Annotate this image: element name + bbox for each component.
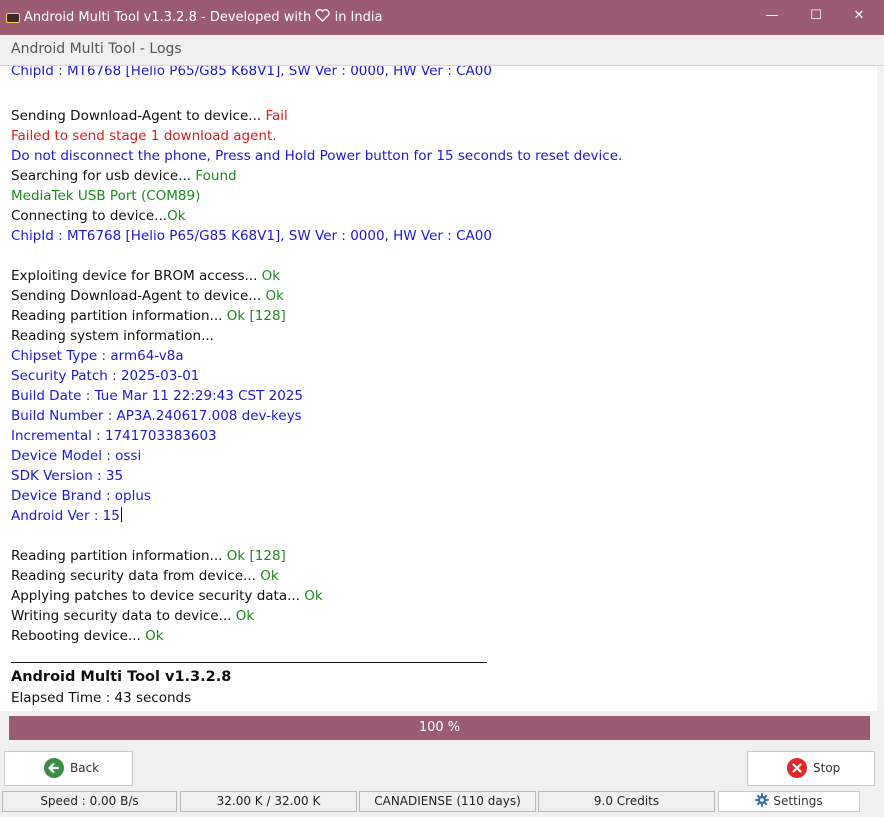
log-output[interactable]: ChipId : MT6768 [Helio P65/G85 K68V1], S… bbox=[0, 66, 877, 711]
stop-button-label: Stop bbox=[813, 761, 841, 775]
log-text: SDK Version : 35 bbox=[11, 468, 124, 484]
window-title-suffix: in India bbox=[334, 10, 383, 25]
log-text: Build Date : Tue Mar 11 22:29:43 CST 202… bbox=[11, 388, 303, 404]
log-line: Rebooting device... Ok bbox=[11, 626, 164, 646]
log-text: Rebooting device... bbox=[11, 628, 146, 644]
log-text: Android Multi Tool v1.3.2.8 bbox=[11, 669, 232, 685]
log-text: Connecting to device... bbox=[11, 208, 168, 224]
settings-button[interactable]: Settings bbox=[718, 791, 860, 812]
log-line: Do not disconnect the phone, Press and H… bbox=[11, 146, 622, 166]
status-speed: Speed : 0.00 B/s bbox=[2, 791, 177, 812]
log-text: Elapsed Time : 43 seconds bbox=[11, 690, 192, 706]
log-line: Failed to send stage 1 download agent. bbox=[11, 126, 277, 146]
log-text: Applying patches to device security data… bbox=[11, 588, 305, 604]
log-line: Searching for usb device... Found bbox=[11, 166, 237, 186]
log-line: Elapsed Time : 43 seconds bbox=[11, 688, 191, 708]
log-line: Reading security data from device... Ok bbox=[11, 566, 279, 586]
log-line: Device Brand : oplus bbox=[11, 486, 151, 506]
log-status: Ok bbox=[145, 628, 164, 644]
log-scrollbar[interactable] bbox=[877, 66, 884, 711]
arrow-left-icon bbox=[44, 758, 64, 778]
status-bar: Speed : 0.00 B/s 32.00 K / 32.00 K CANAD… bbox=[0, 789, 884, 817]
log-divider bbox=[11, 662, 487, 663]
back-button-label: Back bbox=[70, 761, 100, 775]
log-line: Android Ver : 15 bbox=[11, 506, 122, 526]
log-line: Writing security data to device... Ok bbox=[11, 606, 254, 626]
window-title-prefix: Android Multi Tool v1.3.2.8 - Developed … bbox=[24, 10, 312, 25]
log-text: ChipId : MT6768 [Helio P65/G85 K68V1], S… bbox=[11, 66, 492, 79]
log-line: SDK Version : 35 bbox=[11, 466, 123, 486]
log-text: Reading system information... bbox=[11, 328, 214, 344]
logs-title: Android Multi Tool - Logs bbox=[11, 41, 182, 57]
log-text: Failed to send stage 1 download agent. bbox=[11, 128, 277, 144]
maximize-button[interactable]: ☐ bbox=[806, 8, 826, 23]
log-text: Reading security data from device... bbox=[11, 568, 261, 584]
app-icon bbox=[6, 13, 20, 23]
log-text: Writing security data to device... bbox=[11, 608, 236, 624]
log-text: Device Model : ossi bbox=[11, 448, 142, 464]
log-line: Applying patches to device security data… bbox=[11, 586, 323, 606]
log-line: MediaTek USB Port (COM89) bbox=[11, 186, 200, 206]
log-line: ChipId : MT6768 [Helio P65/G85 K68V1], S… bbox=[11, 226, 492, 246]
status-size: 32.00 K / 32.00 K bbox=[180, 791, 357, 812]
log-status: Ok [128] bbox=[226, 308, 286, 324]
log-line: Sending Download-Agent to device... Fail bbox=[11, 106, 288, 126]
log-line: ChipId : MT6768 [Helio P65/G85 K68V1], S… bbox=[11, 66, 492, 81]
progress-bar: 100 % bbox=[9, 716, 870, 740]
log-text: Android Ver : 15 bbox=[11, 508, 120, 524]
log-text: Sending Download-Agent to device... bbox=[11, 108, 266, 124]
log-line: Security Patch : 2025-03-01 bbox=[11, 366, 199, 386]
log-text: Do not disconnect the phone, Press and H… bbox=[11, 148, 623, 164]
settings-label: Settings bbox=[773, 794, 823, 808]
log-status: Ok bbox=[235, 608, 255, 624]
log-line: Reading partition information... Ok [128… bbox=[11, 546, 286, 566]
log-line: Exploiting device for BROM access... Ok bbox=[11, 266, 280, 286]
log-line: Device Model : ossi bbox=[11, 446, 141, 466]
log-line: Incremental : 1741703383603 bbox=[11, 426, 217, 446]
log-text: Security Patch : 2025-03-01 bbox=[11, 368, 200, 384]
progress-label: 100 % bbox=[418, 720, 461, 735]
logs-header: Android Multi Tool - Logs bbox=[0, 35, 884, 66]
log-text: Build Number : AP3A.240617.008 dev-keys bbox=[11, 408, 302, 424]
log-status: Ok bbox=[261, 268, 281, 284]
log-text: Exploiting device for BROM access... bbox=[11, 268, 262, 284]
log-status: Ok bbox=[167, 208, 186, 224]
log-line: Reading partition information... Ok [128… bbox=[11, 306, 286, 326]
log-text: MediaTek USB Port (COM89) bbox=[11, 188, 201, 204]
log-text: Searching for usb device... bbox=[11, 168, 196, 184]
close-circle-icon bbox=[787, 758, 807, 778]
log-status: Ok [128] bbox=[226, 548, 286, 564]
log-status: Found bbox=[195, 168, 237, 184]
log-line: Build Date : Tue Mar 11 22:29:43 CST 202… bbox=[11, 386, 303, 406]
status-user: CANADIENSE (110 days) bbox=[359, 791, 536, 812]
log-text: Chipset Type : arm64-v8a bbox=[11, 348, 184, 364]
log-status: Ok bbox=[260, 568, 279, 584]
gear-icon bbox=[755, 793, 770, 807]
window-titlebar: Android Multi Tool v1.3.2.8 - Developed … bbox=[0, 0, 884, 35]
log-text: Incremental : 1741703383603 bbox=[11, 428, 217, 444]
log-status: Fail bbox=[265, 108, 288, 124]
log-text: Device Brand : oplus bbox=[11, 488, 151, 504]
log-text: Reading partition information... bbox=[11, 548, 227, 564]
status-credits: 9.0 Credits bbox=[538, 791, 715, 812]
log-text: Reading partition information... bbox=[11, 308, 227, 324]
log-line: Connecting to device...Ok bbox=[11, 206, 186, 226]
log-line: Chipset Type : arm64-v8a bbox=[11, 346, 184, 366]
heart-icon bbox=[315, 9, 331, 22]
log-text: Sending Download-Agent to device... bbox=[11, 288, 266, 304]
back-button[interactable]: Back bbox=[4, 751, 133, 786]
log-line: Sending Download-Agent to device... Ok bbox=[11, 286, 284, 306]
text-cursor bbox=[120, 507, 122, 522]
log-status: Ok bbox=[265, 288, 284, 304]
log-status: Ok bbox=[304, 588, 323, 604]
log-line: Android Multi Tool v1.3.2.8 bbox=[11, 667, 231, 687]
minimize-button[interactable]: — bbox=[762, 8, 782, 23]
log-line: Build Number : AP3A.240617.008 dev-keys bbox=[11, 406, 302, 426]
log-line: Reading system information... bbox=[11, 326, 214, 346]
window-title: Android Multi Tool v1.3.2.8 - Developed … bbox=[24, 9, 382, 25]
stop-button[interactable]: Stop bbox=[747, 751, 875, 786]
close-button[interactable]: ✕ bbox=[849, 8, 869, 23]
log-text: ChipId : MT6768 [Helio P65/G85 K68V1], S… bbox=[11, 228, 492, 244]
